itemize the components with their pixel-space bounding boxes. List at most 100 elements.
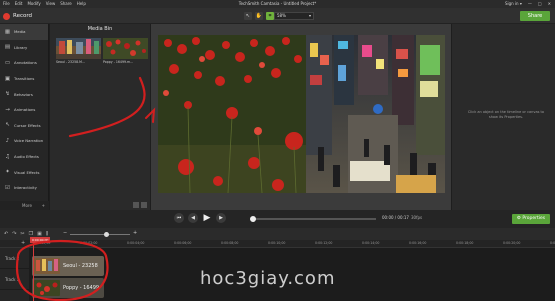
media-thumbnail: [56, 38, 101, 59]
media-thumbnail: [103, 38, 148, 59]
more-button[interactable]: More +: [0, 201, 49, 210]
behaviors-icon: ↯: [5, 91, 10, 98]
redo-icon[interactable]: ↷: [12, 231, 16, 237]
list-view-icon[interactable]: [141, 202, 147, 208]
add-icon[interactable]: +: [42, 201, 45, 210]
interactivity-icon: ☑: [5, 184, 10, 191]
sidebar-item-library[interactable]: ▤ Library: [0, 40, 48, 56]
properties-hint: Click an object on the timeline or canva…: [467, 110, 545, 119]
sidebar-item-audio-effects[interactable]: ♫ Audio Effects: [0, 149, 48, 165]
play-icon[interactable]: ▶: [202, 213, 212, 223]
annotations-icon: ▭: [4, 59, 11, 66]
ruler-tick: 0:00:04;00: [127, 241, 145, 245]
playhead-time[interactable]: 0:00:00;00: [30, 237, 51, 243]
ruler-tick: 0:00:10;00: [268, 241, 286, 245]
fps-readout: 30fps: [411, 215, 423, 220]
properties-button[interactable]: ⚙ Properties: [512, 214, 550, 224]
media-item-seoul[interactable]: Seoul - 23258.M...: [56, 38, 101, 66]
sidebar-item-visual-effects[interactable]: ✦ Visual Effects: [0, 164, 48, 180]
media-bin: Media Bin Seoul - 23258.M... Poppy - 164…: [50, 24, 150, 210]
minimize-icon[interactable]: —: [528, 0, 532, 8]
playhead[interactable]: [33, 240, 34, 301]
sidebar-item-voice-narration[interactable]: ♪ Voice Narration: [0, 133, 48, 149]
pointer-icon[interactable]: ↖: [244, 12, 252, 20]
sidebar-item-label: Behaviors: [14, 91, 33, 97]
sidebar-item-annotations[interactable]: ▭ Annotations: [0, 55, 48, 71]
previous-frame-icon[interactable]: ◀: [188, 213, 198, 223]
library-icon: ▤: [4, 44, 11, 51]
next-frame-icon[interactable]: ▶: [216, 213, 226, 223]
visual-effects-icon: ✦: [5, 169, 10, 176]
media-caption: Poppy - 16499.m...: [103, 60, 134, 64]
zoom-select[interactable]: 58% ▾: [274, 12, 314, 20]
share-button[interactable]: Share: [520, 11, 550, 21]
properties-label: Properties: [522, 216, 546, 221]
ruler-tick: 0:00:06;00: [174, 241, 192, 245]
scrubber-handle[interactable]: [250, 216, 256, 222]
track-header-2[interactable]: Track 2: [0, 248, 29, 269]
clip-seoul[interactable]: Seoul - 23258: [32, 256, 104, 276]
cut-icon[interactable]: ✂: [20, 231, 24, 237]
sidebar-item-animations[interactable]: → Animations: [0, 102, 48, 118]
time-readout: 00:00 / 00:17: [382, 215, 409, 220]
clip-thumbnail: [34, 258, 60, 274]
more-label: More: [22, 203, 32, 208]
main-toolbar: Record ↖ ✋ ⌗ 58% ▾ Share: [0, 8, 555, 24]
sidebar-item-transitions[interactable]: ▣ Transitions: [0, 71, 48, 87]
zoom-value: 58%: [277, 13, 286, 18]
canvas-preview[interactable]: [158, 35, 445, 193]
sidebar-item-cursor-effects[interactable]: ↖ Cursor Effects: [0, 118, 48, 134]
media-icon: ▦: [4, 28, 11, 35]
zoom-handle[interactable]: [104, 232, 109, 237]
ruler-tick: 0:00:20;00: [503, 241, 521, 245]
gear-icon: ⚙: [516, 216, 521, 221]
playback-bar: ⏮ ◀ ▶ ▶ 00:00 / 00:17 30fps ⚙ Properties: [0, 210, 555, 228]
crop-icon[interactable]: ⌗: [266, 12, 274, 20]
audio-icon: ♫: [5, 153, 10, 160]
sidebar-item-label: Animations: [14, 107, 36, 113]
properties-panel: Click an object on the timeline or canva…: [452, 24, 555, 210]
hand-icon[interactable]: ✋: [255, 12, 263, 20]
sidebar-item-label: Annotations: [14, 60, 37, 66]
maximize-icon[interactable]: □: [538, 0, 542, 8]
animations-icon: →: [5, 106, 10, 113]
record-button[interactable]: Record: [3, 11, 32, 21]
sidebar-item-label: Interactivity: [14, 185, 37, 191]
sidebar-item-label: Audio Effects: [14, 154, 39, 160]
grid-view-icon[interactable]: [133, 202, 139, 208]
sidebar-item-label: Library: [14, 44, 28, 50]
clip-poppy[interactable]: Poppy - 16499: [32, 278, 104, 298]
zoom-in-icon[interactable]: +: [133, 230, 137, 236]
track-header-1[interactable]: Track 1: [0, 269, 29, 290]
media-item-poppy[interactable]: Poppy - 16499.m...: [103, 38, 148, 66]
chevron-down-icon: ▾: [308, 13, 311, 18]
clip-thumbnail: [34, 280, 60, 296]
add-track-icon[interactable]: +: [21, 240, 25, 246]
close-icon[interactable]: ✕: [548, 0, 551, 8]
sidebar-item-behaviors[interactable]: ↯ Behaviors: [0, 86, 48, 102]
zoom-out-icon[interactable]: −: [63, 230, 67, 236]
ruler-tick: 0:00:08;00: [221, 241, 239, 245]
microphone-icon: ♪: [5, 137, 10, 144]
sidebar-item-label: Voice Narration: [14, 138, 44, 144]
timeline-zoom-slider[interactable]: [70, 232, 130, 237]
sidebar-item-interactivity[interactable]: ☑ Interactivity: [0, 180, 48, 196]
cursor-icon: ↖: [5, 122, 10, 129]
sign-in-link[interactable]: Sign in ▾: [505, 0, 522, 8]
scrubber[interactable]: [250, 216, 376, 222]
sidebar-item-label: Visual Effects: [14, 169, 40, 175]
tools-sidebar: ▦ Media ▤ Library ▭ Annotations ▣ Transitions ↯ B…: [0, 24, 49, 210]
clip-label: Poppy - 16499: [63, 285, 100, 291]
canvas-area: [151, 24, 451, 210]
media-bin-title: Media Bin: [87, 26, 113, 32]
step-back-icon[interactable]: ⏮: [174, 213, 184, 223]
undo-icon[interactable]: ↶: [4, 231, 8, 237]
timeline-ruler[interactable]: 0:00:00;00 0:00:02;00 0:00:04;00 0:00:06;00…: [0, 240, 555, 248]
sidebar-item-media[interactable]: ▦ Media: [0, 24, 48, 40]
ruler-tick: 0:00:18;00: [456, 241, 474, 245]
timeline-toolbar: ↶ ↷ ✂ ❐ ▣ ⫼ − +: [0, 228, 555, 240]
app-title: TechSmith Camtasia - Untitled Project*: [238, 1, 317, 6]
ruler-tick: 0:00:14;00: [362, 241, 380, 245]
ruler-tick: 0:00:02;00: [80, 241, 98, 245]
media-caption: Seoul - 23258.M...: [56, 60, 85, 64]
